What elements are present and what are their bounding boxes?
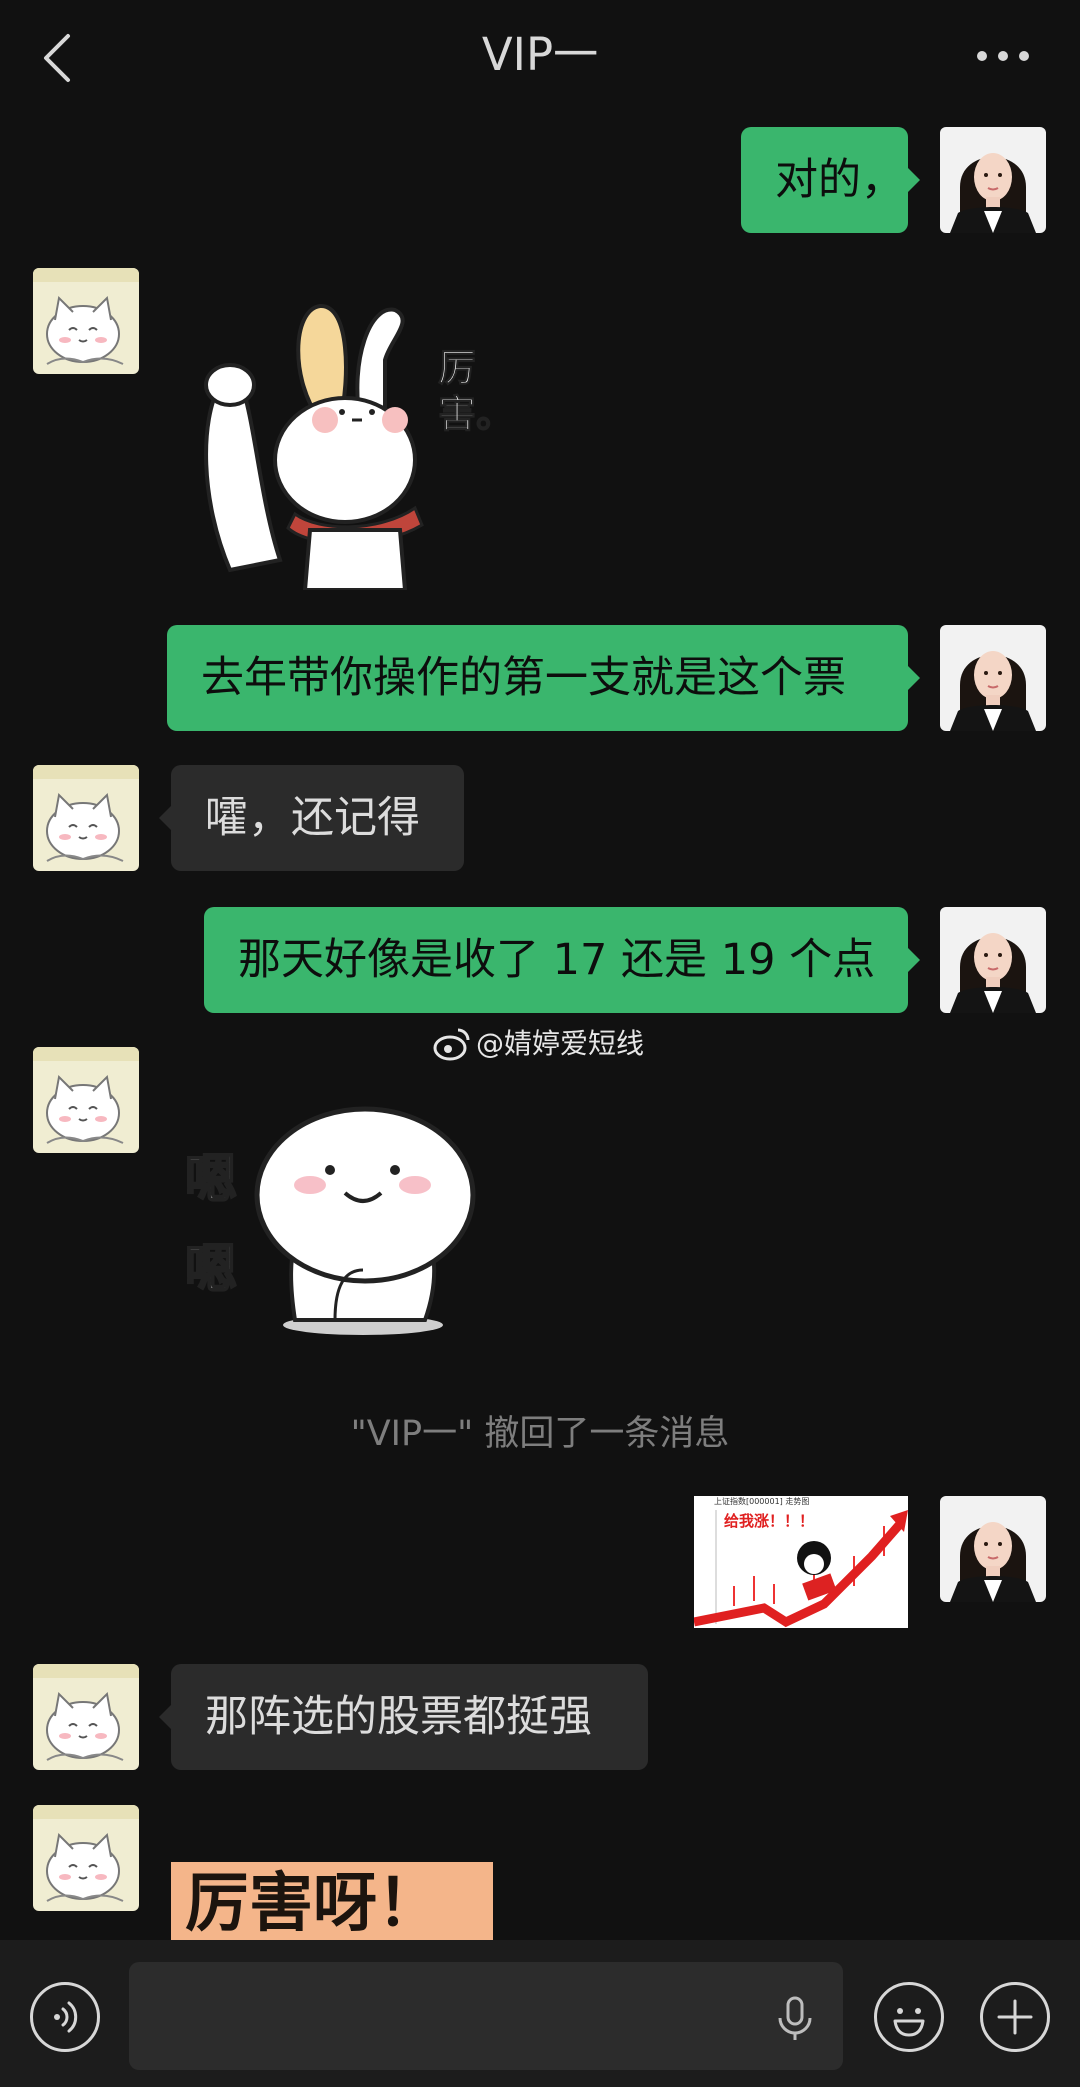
stock-chart-image[interactable]: 上证指数[000001] 走势图 给我涨！！！ bbox=[694, 1496, 908, 1628]
contact-message-bubble[interactable]: 嚯，还记得 bbox=[159, 765, 464, 871]
sticker-caption: 厉害。 bbox=[438, 345, 515, 437]
emoji-icon bbox=[893, 2008, 925, 2037]
contact-avatar[interactable] bbox=[33, 1805, 139, 1911]
microphone-button[interactable] bbox=[770, 1994, 820, 2044]
sticker-caption: 嗯嗯 bbox=[184, 1148, 238, 1301]
more-actions-button[interactable] bbox=[980, 1982, 1050, 2052]
my-message-bubble[interactable]: 那天好像是收了 17 还是 19 个点 bbox=[204, 907, 920, 1013]
weibo-icon bbox=[432, 1024, 472, 1064]
chart-image-caption: 给我涨！！！ bbox=[724, 1512, 815, 1530]
text-sticker[interactable]: 厉害呀！ bbox=[171, 1862, 493, 1940]
contact-message-bubble[interactable]: 那阵选的股票都挺强 bbox=[159, 1664, 648, 1770]
more-horizontal-icon bbox=[977, 51, 1029, 61]
chat-title: VIP一 bbox=[481, 28, 599, 81]
my-avatar[interactable] bbox=[940, 907, 1046, 1013]
contact-avatar[interactable] bbox=[33, 1047, 139, 1153]
more-button[interactable] bbox=[968, 36, 1038, 76]
contact-avatar[interactable] bbox=[33, 765, 139, 871]
chat-header: VIP一 bbox=[0, 0, 1080, 112]
rabbit-thumbs-up-sticker-icon bbox=[204, 303, 424, 592]
rabbit-sticker[interactable]: 厉害。 bbox=[200, 300, 515, 592]
my-message-bubble[interactable]: 去年带你操作的第一支就是这个票 bbox=[167, 625, 920, 731]
message-input[interactable] bbox=[129, 1962, 843, 2070]
chart-image-header: 上证指数[000001] 走势图 bbox=[714, 1497, 810, 1506]
voice-icon bbox=[54, 2001, 78, 2033]
emoji-button[interactable] bbox=[874, 1982, 944, 2052]
my-avatar[interactable] bbox=[940, 625, 1046, 731]
my-avatar[interactable] bbox=[940, 1496, 1046, 1602]
watermark-text: @婧婷爱短线 bbox=[476, 1027, 645, 1060]
my-avatar[interactable] bbox=[940, 127, 1046, 233]
recall-notice: "VIP一" 撤回了一条消息 bbox=[350, 1414, 730, 1454]
microphone-icon bbox=[778, 1996, 812, 2040]
contact-avatar[interactable] bbox=[33, 1664, 139, 1770]
voice-toggle-button[interactable] bbox=[30, 1982, 100, 2052]
my-message-bubble[interactable]: 对的， bbox=[741, 127, 920, 233]
sticker-caption: 厉害呀！ bbox=[185, 1866, 441, 1940]
dumpling-sticker[interactable]: 嗯嗯 bbox=[184, 1105, 495, 1335]
plus-icon bbox=[997, 1999, 1033, 2035]
contact-avatar[interactable] bbox=[33, 268, 139, 374]
